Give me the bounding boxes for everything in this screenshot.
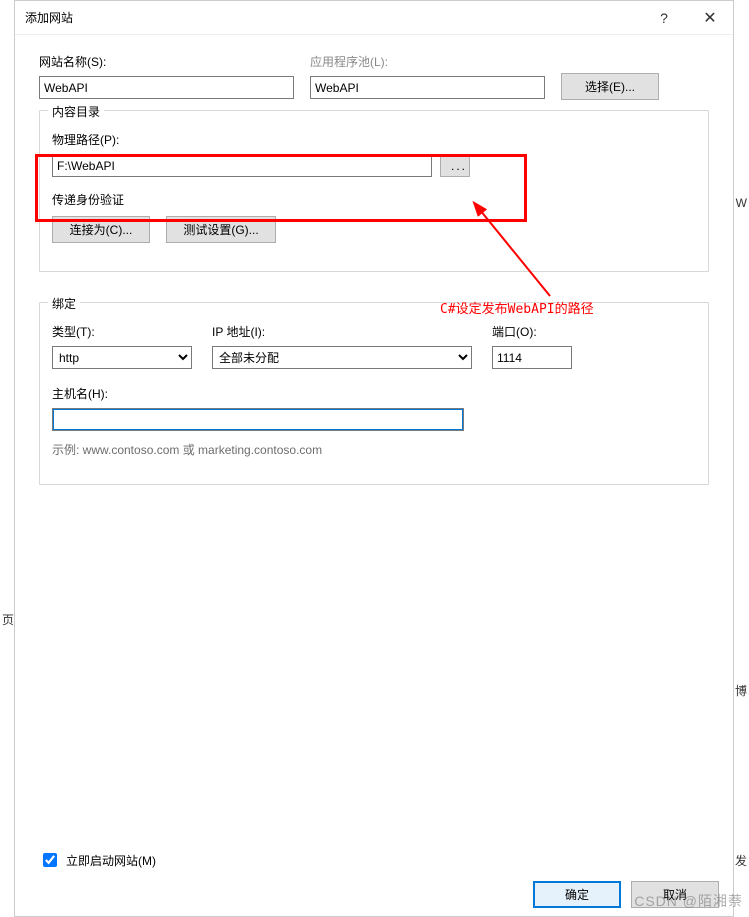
ok-button[interactable]: 确定 — [533, 881, 621, 908]
site-name-input[interactable] — [39, 76, 294, 99]
physical-path-label: 物理路径(P): — [52, 131, 696, 148]
dialog-content: 网站名称(S): 应用程序池(L): 选择(E)... 内容目录 物理路径(P)… — [15, 35, 733, 485]
dialog-title: 添加网站 — [25, 9, 73, 26]
content-directory-legend: 内容目录 — [48, 103, 104, 120]
bg-text-right-bo: 博 — [735, 682, 747, 699]
bg-text-right-w: W — [736, 196, 747, 210]
test-settings-button[interactable]: 测试设置(G)... — [166, 216, 276, 243]
bg-text-right-fa: 发 — [735, 852, 747, 869]
app-pool-label: 应用程序池(L): — [310, 53, 545, 70]
physical-path-input[interactable] — [52, 154, 432, 177]
close-button[interactable]: ✕ — [687, 1, 733, 34]
binding-group: 绑定 类型(T): http IP 地址(I): 全部未分配 端口(O): — [39, 302, 709, 485]
add-website-dialog: 添加网站 ? ✕ 网站名称(S): 应用程序池(L): 选择(E)... 内容目… — [14, 0, 734, 917]
connect-as-button[interactable]: 连接为(C)... — [52, 216, 150, 243]
start-immediately-checkbox[interactable] — [43, 853, 57, 867]
hostname-label: 主机名(H): — [52, 385, 696, 402]
start-immediately-label: 立即启动网站(M) — [66, 852, 156, 869]
ip-select[interactable]: 全部未分配 — [212, 346, 472, 369]
hostname-example: 示例: www.contoso.com 或 marketing.contoso.… — [52, 441, 696, 458]
start-immediately-row[interactable]: 立即启动网站(M) — [39, 850, 156, 870]
ip-label: IP 地址(I): — [212, 323, 472, 340]
titlebar: 添加网站 ? ✕ — [15, 1, 733, 35]
hostname-input[interactable] — [52, 408, 464, 431]
help-button[interactable]: ? — [641, 1, 687, 34]
port-input[interactable] — [492, 346, 572, 369]
annotation-text: C#设定发布WebAPI的路径 — [440, 298, 594, 317]
site-name-label: 网站名称(S): — [39, 53, 294, 70]
app-pool-input — [310, 76, 545, 99]
content-directory-group: 内容目录 物理路径(P): ... 传递身份验证 连接为(C)... 测试设置(… — [39, 110, 709, 272]
watermark-text: CSDN @陌湘萘 — [634, 891, 743, 911]
binding-legend: 绑定 — [48, 295, 80, 312]
type-select[interactable]: http — [52, 346, 192, 369]
port-label: 端口(O): — [492, 323, 572, 340]
select-pool-button[interactable]: 选择(E)... — [561, 73, 659, 100]
type-label: 类型(T): — [52, 323, 192, 340]
browse-path-button[interactable]: ... — [440, 154, 470, 177]
bg-text-left: 页 — [2, 611, 14, 628]
pass-through-auth-label: 传递身份验证 — [52, 193, 124, 207]
